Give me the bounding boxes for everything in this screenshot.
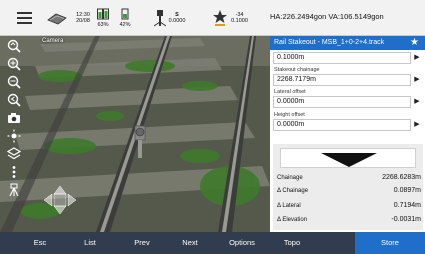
zoom-out-button[interactable] <box>5 74 23 90</box>
tolerance-arrow-icon[interactable]: ▶ <box>412 53 422 61</box>
brightness-icon <box>7 129 21 143</box>
stakeout-chainage-label: Stakeout chainage <box>274 67 320 73</box>
tripod-icon <box>9 183 19 197</box>
result-label: Δ Elevation <box>277 217 308 223</box>
battery-2-text: 42% <box>119 21 131 28</box>
more-vertical-icon <box>12 166 16 178</box>
battery-icon <box>97 8 109 20</box>
panel-title-bar: Rail Stakeout - MSB_1+0-2+4.track ★ <box>270 36 425 50</box>
lateral-offset-arrow-icon[interactable]: ▶ <box>412 97 422 105</box>
rover-icon <box>153 10 166 27</box>
zoom-out-icon <box>7 75 21 89</box>
result-value: 0.7194m <box>393 202 421 209</box>
radio-value: 0.0000 <box>168 18 186 24</box>
zoom-previous-icon <box>7 93 21 107</box>
tolerance-field[interactable]: 0.1000m <box>273 52 411 64</box>
down-arrow-icon <box>321 153 377 167</box>
battery-status-1[interactable]: 63% <box>94 0 112 36</box>
result-label: Δ Lateral <box>277 203 301 209</box>
result-row-delta-lateral: Δ Lateral 0.7194m <box>277 200 421 212</box>
result-row-chainage: Chainage 2268.6283m <box>277 172 421 184</box>
stakeout-panel: Rail Stakeout - MSB_1+0-2+4.track ★ 0.10… <box>270 36 425 232</box>
height-offset-label: Height offset <box>274 112 305 118</box>
camera-icon <box>8 113 20 123</box>
layers-button[interactable] <box>5 146 23 162</box>
date-time: 12:30 20/08 <box>72 0 94 36</box>
instrument-setup-button[interactable] <box>5 182 23 198</box>
result-value: -0.0031m <box>391 216 421 223</box>
camera-name: Camera <box>42 38 64 44</box>
lateral-offset-field[interactable]: 0.0000m <box>273 96 411 108</box>
topo-button[interactable]: Topo <box>257 232 327 254</box>
menu-button[interactable] <box>14 0 34 36</box>
battery-icon <box>121 8 129 20</box>
result-value: 0.0897m <box>393 187 421 194</box>
panel-title: Rail Stakeout - MSB_1+0-2+4.track <box>274 39 385 46</box>
angle-readout: HA:226.2494gon VA:106.5149gon <box>270 12 384 21</box>
battery-1-text: 63% <box>97 21 109 28</box>
zoom-extent-icon <box>7 39 21 53</box>
radio-status[interactable]: S 0.0000 <box>142 0 194 36</box>
height-offset-arrow-icon[interactable]: ▶ <box>412 120 422 128</box>
favorite-star-icon[interactable]: ★ <box>410 36 419 50</box>
zoom-extent-button[interactable] <box>5 38 23 54</box>
track-scene-image <box>0 36 270 232</box>
camera-toolbar <box>0 36 28 232</box>
zoom-in-button[interactable] <box>5 56 23 72</box>
result-label: Δ Chainage <box>277 188 309 194</box>
more-options-button[interactable] <box>5 164 23 180</box>
snapshot-button[interactable] <box>5 110 23 126</box>
position-status[interactable]: -34 0.1000 <box>200 0 260 36</box>
battery-status-2[interactable]: 42% <box>116 0 134 36</box>
result-row-delta-elevation: Δ Elevation -0.0031m <box>277 214 421 226</box>
result-label: Chainage <box>277 175 303 181</box>
result-row-delta-chainage: Δ Chainage 0.0897m <box>277 185 421 197</box>
stakeout-chainage-field[interactable]: 2268.7179m <box>273 74 411 86</box>
brightness-button[interactable] <box>5 128 23 144</box>
zoom-in-icon <box>7 57 21 71</box>
lateral-offset-label: Lateral offset <box>274 89 306 95</box>
height-offset-field[interactable]: 0.0000m <box>273 119 411 131</box>
date-text: 20/08 <box>76 18 90 24</box>
camera-view[interactable]: Camera <box>0 36 270 232</box>
direction-indicator <box>280 148 416 168</box>
gnss-value: 0.1000 <box>231 18 248 24</box>
zoom-previous-button[interactable] <box>5 92 23 108</box>
status-bar: 12:30 20/08 63% 42% S 0.0000 -34 0.1000 … <box>0 0 425 36</box>
instrument-icon[interactable] <box>44 0 70 36</box>
results-section: Chainage 2268.6283m Δ Chainage 0.0897m Δ… <box>273 144 423 230</box>
result-value: 2268.6283m <box>382 174 421 181</box>
stakeout-chainage-arrow-icon[interactable]: ▶ <box>412 75 422 83</box>
store-button[interactable]: Store <box>355 232 425 254</box>
softkey-bar: Esc List Prev Next Options Topo Store <box>0 232 425 254</box>
layers-icon <box>7 147 21 160</box>
satellite-icon <box>213 10 228 26</box>
